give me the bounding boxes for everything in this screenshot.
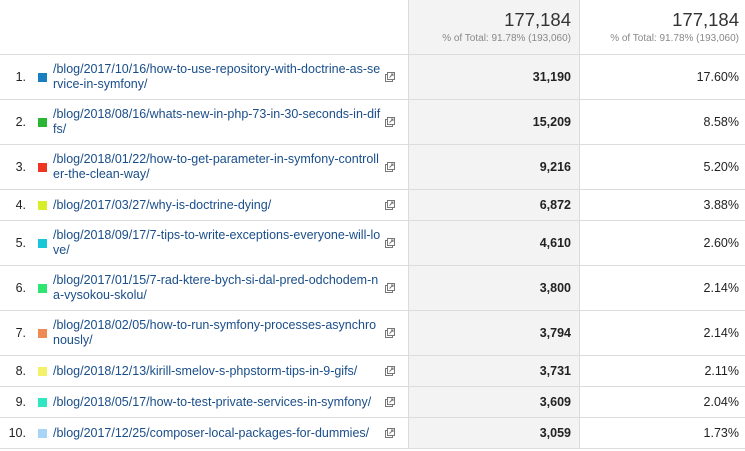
sessions-value: 3,800	[408, 266, 580, 310]
pages-table: 177,184 % of Total: 91.78% (193,060) 177…	[0, 0, 745, 449]
sessions-percent: 2.14%	[703, 326, 739, 340]
page-cell: 2. /blog/2018/08/16/whats-new-in-php-73-…	[0, 100, 408, 144]
series-color-swatch	[38, 366, 47, 376]
table-row: 2. /blog/2018/08/16/whats-new-in-php-73-…	[0, 100, 745, 145]
sessions-percent: 2.60%	[703, 236, 739, 250]
row-rank: 9.	[15, 395, 26, 409]
sessions-value: 3,059	[408, 418, 580, 448]
open-external-icon[interactable]	[385, 366, 395, 376]
page-link[interactable]: /blog/2018/08/16/whats-new-in-php-73-in-…	[53, 107, 383, 137]
row-rank: 10.	[8, 426, 26, 440]
page-cell: 3. /blog/2018/01/22/how-to-get-parameter…	[0, 145, 408, 189]
open-external-icon[interactable]	[385, 200, 395, 210]
series-color-swatch	[38, 428, 47, 438]
sessions-percent: 2.04%	[703, 395, 739, 409]
row-rank: 1.	[15, 70, 26, 84]
table-row: 9. /blog/2018/05/17/how-to-test-private-…	[0, 387, 745, 418]
table-row: 8. /blog/2018/12/13/kirill-smelov-s-phps…	[0, 356, 745, 387]
row-rank: 2.	[15, 115, 26, 129]
page-cell: 1. /blog/2017/10/16/how-to-use-repositor…	[0, 55, 408, 99]
row-rank: 6.	[15, 281, 26, 295]
sessions-total-percent: % of Total: 91.78% (193,060)	[442, 32, 571, 44]
page-link[interactable]: /blog/2018/01/22/how-to-get-parameter-in…	[53, 152, 383, 182]
page-cell: 5. /blog/2018/09/17/7-tips-to-write-exce…	[0, 221, 408, 265]
page-cell: 7. /blog/2018/02/05/how-to-run-symfony-p…	[0, 311, 408, 355]
sessions-value: 3,731	[408, 356, 580, 386]
header-dimension-cell	[0, 0, 408, 54]
sessions-value: 31,190	[408, 55, 580, 99]
page-cell: 8. /blog/2018/12/13/kirill-smelov-s-phps…	[0, 356, 408, 386]
page-link[interactable]: /blog/2017/01/15/7-rad-ktere-bych-si-dal…	[53, 273, 383, 303]
open-external-icon[interactable]	[385, 117, 395, 127]
series-color-swatch	[38, 117, 47, 127]
sessions-total: 177,184	[504, 8, 571, 30]
sessions-value: 3,794	[408, 311, 580, 355]
series-color-swatch	[38, 283, 47, 293]
share-total-cell: 177,184 % of Total: 91.78% (193,060)	[580, 0, 745, 54]
page-cell: 10. /blog/2017/12/25/composer-local-pack…	[0, 418, 408, 448]
open-external-icon[interactable]	[385, 328, 395, 338]
page-cell: 6. /blog/2017/01/15/7-rad-ktere-bych-si-…	[0, 266, 408, 310]
row-rank: 3.	[15, 160, 26, 174]
sessions-total-cell: 177,184 % of Total: 91.78% (193,060)	[408, 0, 580, 54]
page-cell: 9. /blog/2018/05/17/how-to-test-private-…	[0, 387, 408, 417]
row-rank: 7.	[15, 326, 26, 340]
sessions-value: 9,216	[408, 145, 580, 189]
page-cell: 4. /blog/2017/03/27/why-is-doctrine-dyin…	[0, 190, 408, 220]
sessions-value: 4,610	[408, 221, 580, 265]
page-link[interactable]: /blog/2017/10/16/how-to-use-repository-w…	[53, 62, 383, 92]
series-color-swatch	[38, 200, 47, 210]
share-total: 177,184	[672, 8, 739, 30]
share-total-percent: % of Total: 91.78% (193,060)	[610, 32, 739, 44]
open-external-icon[interactable]	[385, 162, 395, 172]
series-color-swatch	[38, 162, 47, 172]
open-external-icon[interactable]	[385, 428, 395, 438]
page-link[interactable]: /blog/2018/02/05/how-to-run-symfony-proc…	[53, 318, 383, 348]
series-color-swatch	[38, 397, 47, 407]
open-external-icon[interactable]	[385, 238, 395, 248]
sessions-percent: 17.60%	[696, 70, 739, 84]
table-row: 10. /blog/2017/12/25/composer-local-pack…	[0, 418, 745, 449]
page-link[interactable]: /blog/2017/12/25/composer-local-packages…	[53, 426, 383, 441]
sessions-value: 3,609	[408, 387, 580, 417]
sessions-percent: 2.11%	[704, 364, 739, 378]
series-color-swatch	[38, 238, 47, 248]
table-row: 3. /blog/2018/01/22/how-to-get-parameter…	[0, 145, 745, 190]
table-row: 4. /blog/2017/03/27/why-is-doctrine-dyin…	[0, 190, 745, 221]
series-color-swatch	[38, 72, 47, 82]
sessions-percent: 5.20%	[703, 160, 739, 174]
row-rank: 8.	[15, 364, 26, 378]
table-row: 6. /blog/2017/01/15/7-rad-ktere-bych-si-…	[0, 266, 745, 311]
table-row: 5. /blog/2018/09/17/7-tips-to-write-exce…	[0, 221, 745, 266]
row-rank: 5.	[15, 236, 26, 250]
sessions-percent: 2.14%	[703, 281, 739, 295]
sessions-percent: 3.88%	[703, 198, 739, 212]
open-external-icon[interactable]	[385, 397, 395, 407]
page-link[interactable]: /blog/2018/09/17/7-tips-to-write-excepti…	[53, 228, 383, 258]
row-rank: 4.	[15, 198, 26, 212]
table-row: 7. /blog/2018/02/05/how-to-run-symfony-p…	[0, 311, 745, 356]
open-external-icon[interactable]	[385, 72, 395, 82]
open-external-icon[interactable]	[385, 283, 395, 293]
sessions-value: 6,872	[408, 190, 580, 220]
sessions-percent: 1.73%	[703, 426, 739, 440]
series-color-swatch	[38, 328, 47, 338]
totals-header-row: 177,184 % of Total: 91.78% (193,060) 177…	[0, 0, 745, 55]
page-link[interactable]: /blog/2018/05/17/how-to-test-private-ser…	[53, 395, 383, 410]
sessions-value: 15,209	[408, 100, 580, 144]
table-row: 1. /blog/2017/10/16/how-to-use-repositor…	[0, 55, 745, 100]
page-link[interactable]: /blog/2018/12/13/kirill-smelov-s-phpstor…	[53, 364, 383, 379]
sessions-percent: 8.58%	[703, 115, 739, 129]
page-link[interactable]: /blog/2017/03/27/why-is-doctrine-dying/	[53, 198, 383, 213]
